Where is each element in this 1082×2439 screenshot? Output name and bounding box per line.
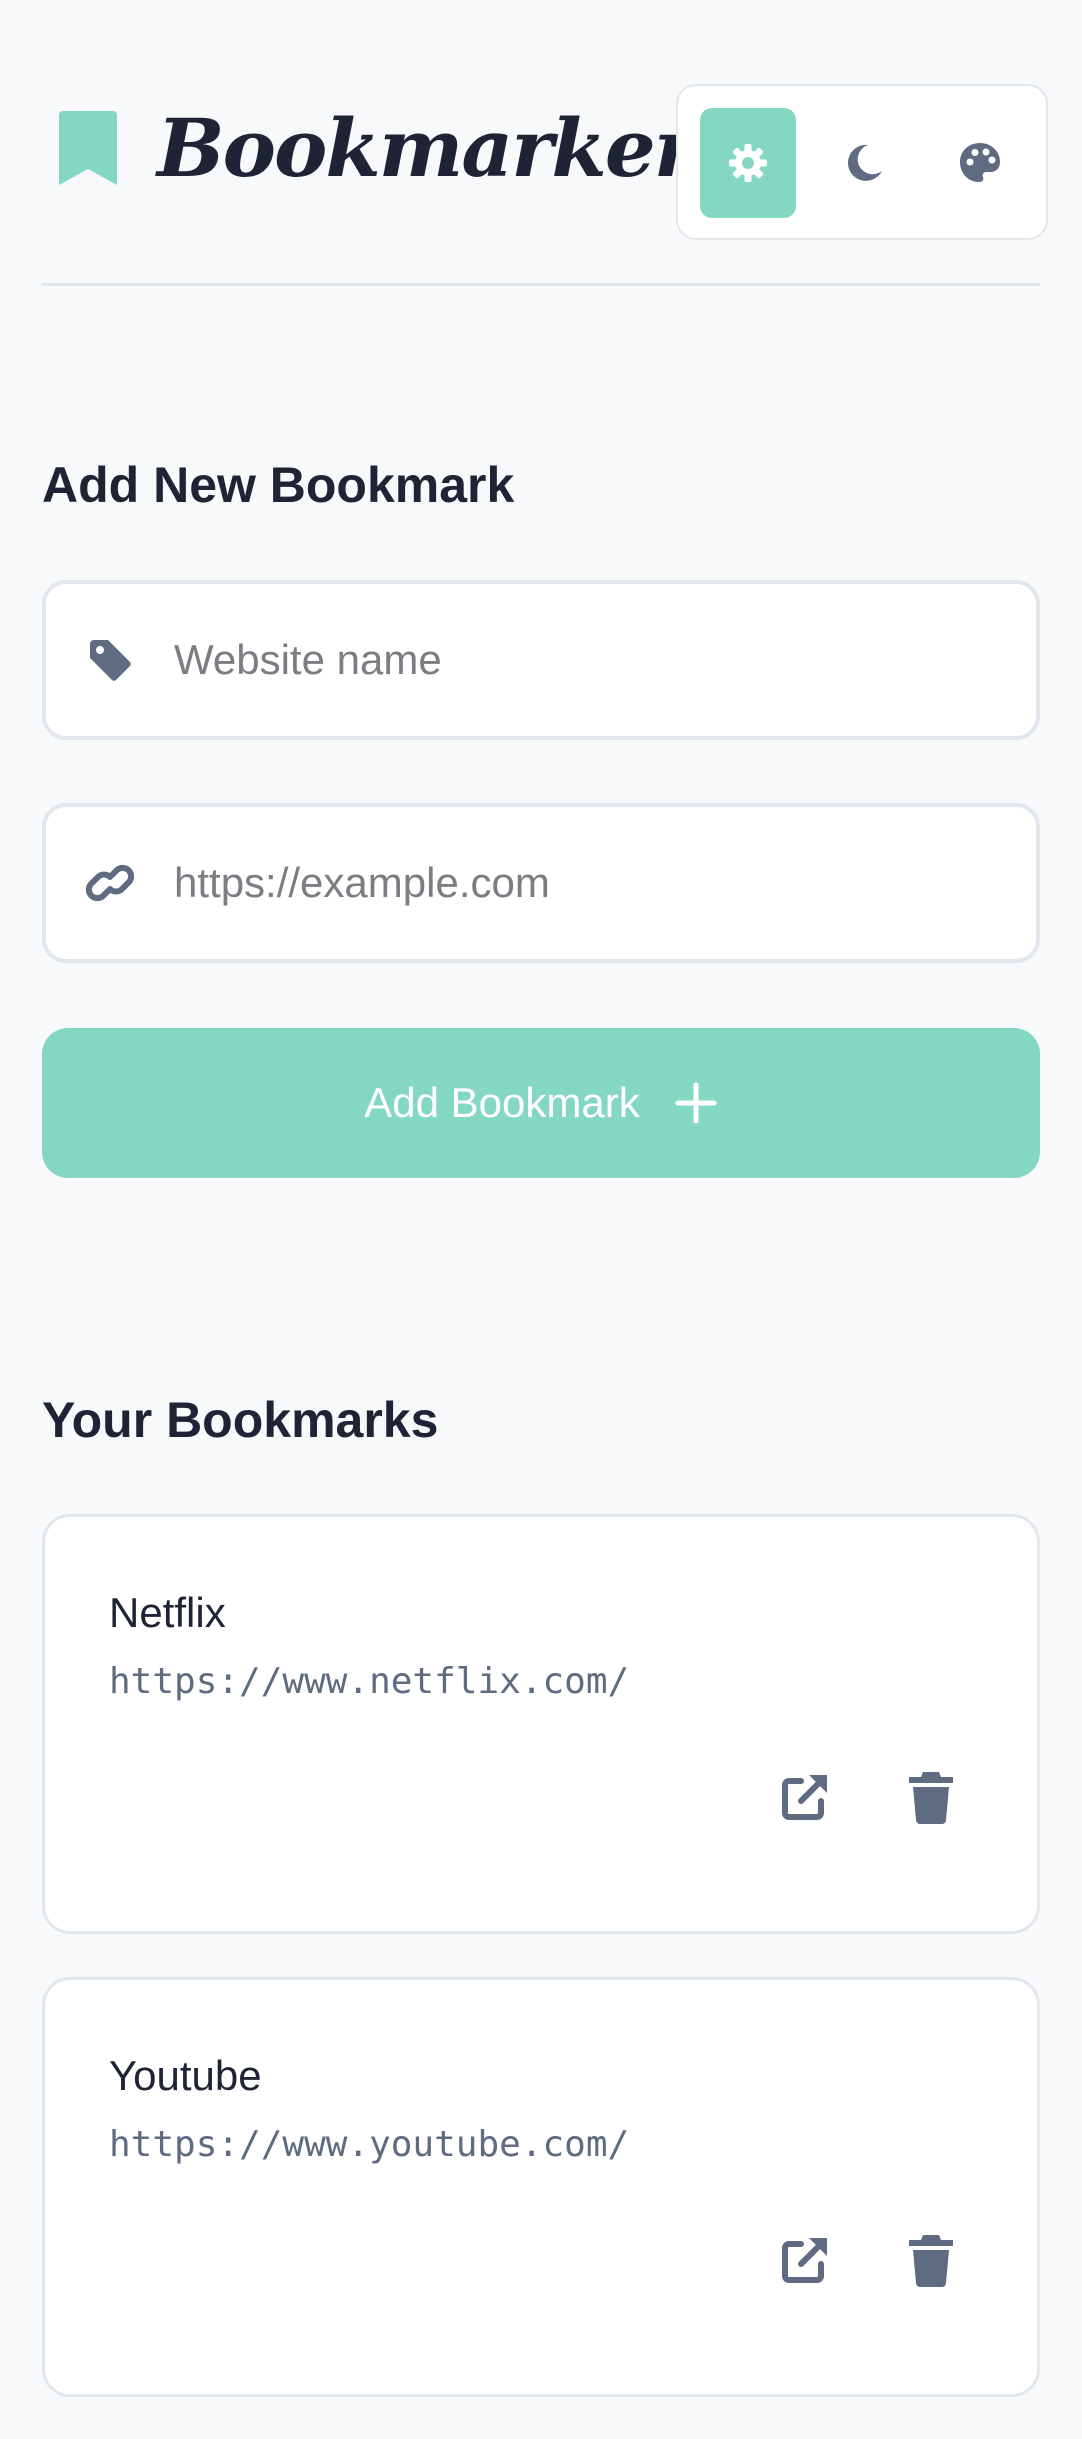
website-name-input[interactable] (174, 614, 1004, 706)
tag-icon (90, 640, 131, 681)
bookmark-name: Youtube (109, 2052, 262, 2099)
open-bookmark-button[interactable] (775, 1767, 835, 1827)
trash-icon (909, 1772, 953, 1824)
palette-icon (960, 143, 1000, 182)
theme-palette-button[interactable] (932, 108, 1028, 218)
app-header: Bookmarker (42, 84, 1048, 242)
website-name-field[interactable] (42, 580, 1040, 740)
add-bookmark-label: Add Bookmark (364, 1079, 640, 1126)
bookmark-logo-icon (59, 111, 117, 185)
add-bookmark-button[interactable]: Add Bookmark (42, 1028, 1040, 1178)
trash-icon (909, 2235, 953, 2287)
add-bookmark-heading: Add New Bookmark (42, 457, 515, 513)
bookmark-card: Youtube https://www.youtube.com/ (42, 1977, 1040, 2397)
bookmark-card: Netflix https://www.netflix.com/ (42, 1514, 1040, 1934)
gear-icon (729, 144, 767, 182)
header-divider (42, 283, 1040, 286)
theme-switcher (676, 84, 1048, 240)
your-bookmarks-heading: Your Bookmarks (42, 1392, 439, 1448)
link-icon (86, 864, 134, 902)
website-url-input[interactable] (174, 837, 1004, 929)
website-url-field[interactable] (42, 803, 1040, 963)
bookmark-url: https://www.netflix.com/ (109, 1661, 630, 1702)
app-title: Bookmarker (157, 101, 696, 195)
theme-dark-button[interactable] (816, 108, 912, 218)
external-link-icon (782, 1775, 827, 1820)
external-link-icon (782, 2238, 827, 2283)
plus-icon (675, 1082, 717, 1124)
open-bookmark-button[interactable] (775, 2230, 835, 2290)
bookmark-name: Netflix (109, 1589, 226, 1636)
theme-light-button[interactable] (700, 108, 796, 218)
moon-icon (847, 144, 882, 181)
delete-bookmark-button[interactable] (901, 1767, 961, 1827)
bookmark-url: https://www.youtube.com/ (109, 2124, 630, 2165)
delete-bookmark-button[interactable] (901, 2230, 961, 2290)
